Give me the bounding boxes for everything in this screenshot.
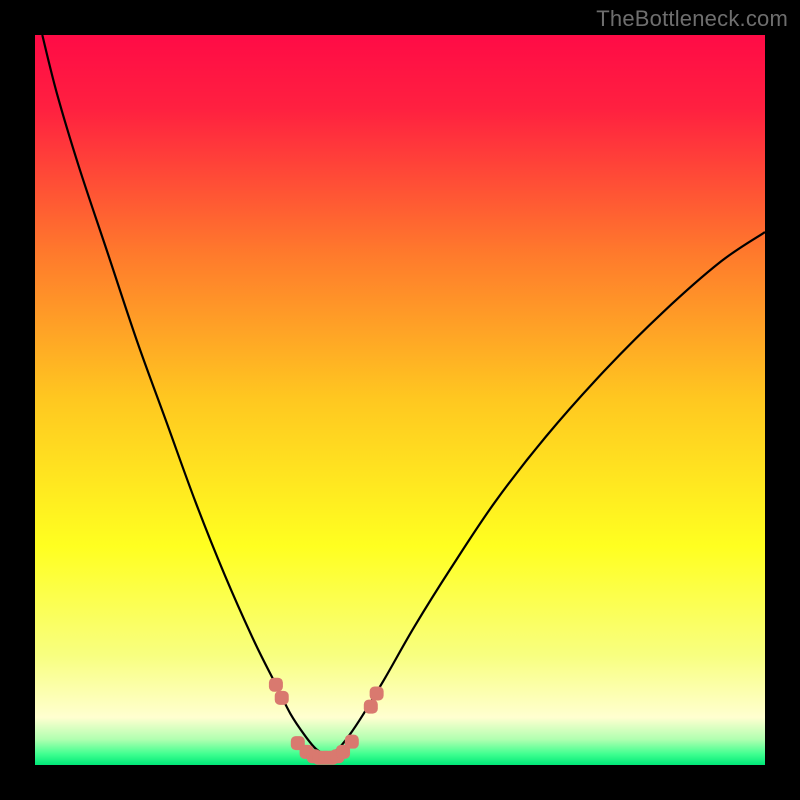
fit-marker xyxy=(364,700,378,714)
plot-area xyxy=(35,35,765,765)
watermark-text: TheBottleneck.com xyxy=(596,6,788,32)
curve-layer xyxy=(35,35,765,765)
fit-marker xyxy=(275,691,289,705)
bottleneck-curve xyxy=(42,35,765,755)
fit-marker xyxy=(370,686,384,700)
fit-region-markers xyxy=(269,678,384,765)
chart-frame: TheBottleneck.com xyxy=(0,0,800,800)
fit-marker xyxy=(269,678,283,692)
fit-marker xyxy=(345,735,359,749)
